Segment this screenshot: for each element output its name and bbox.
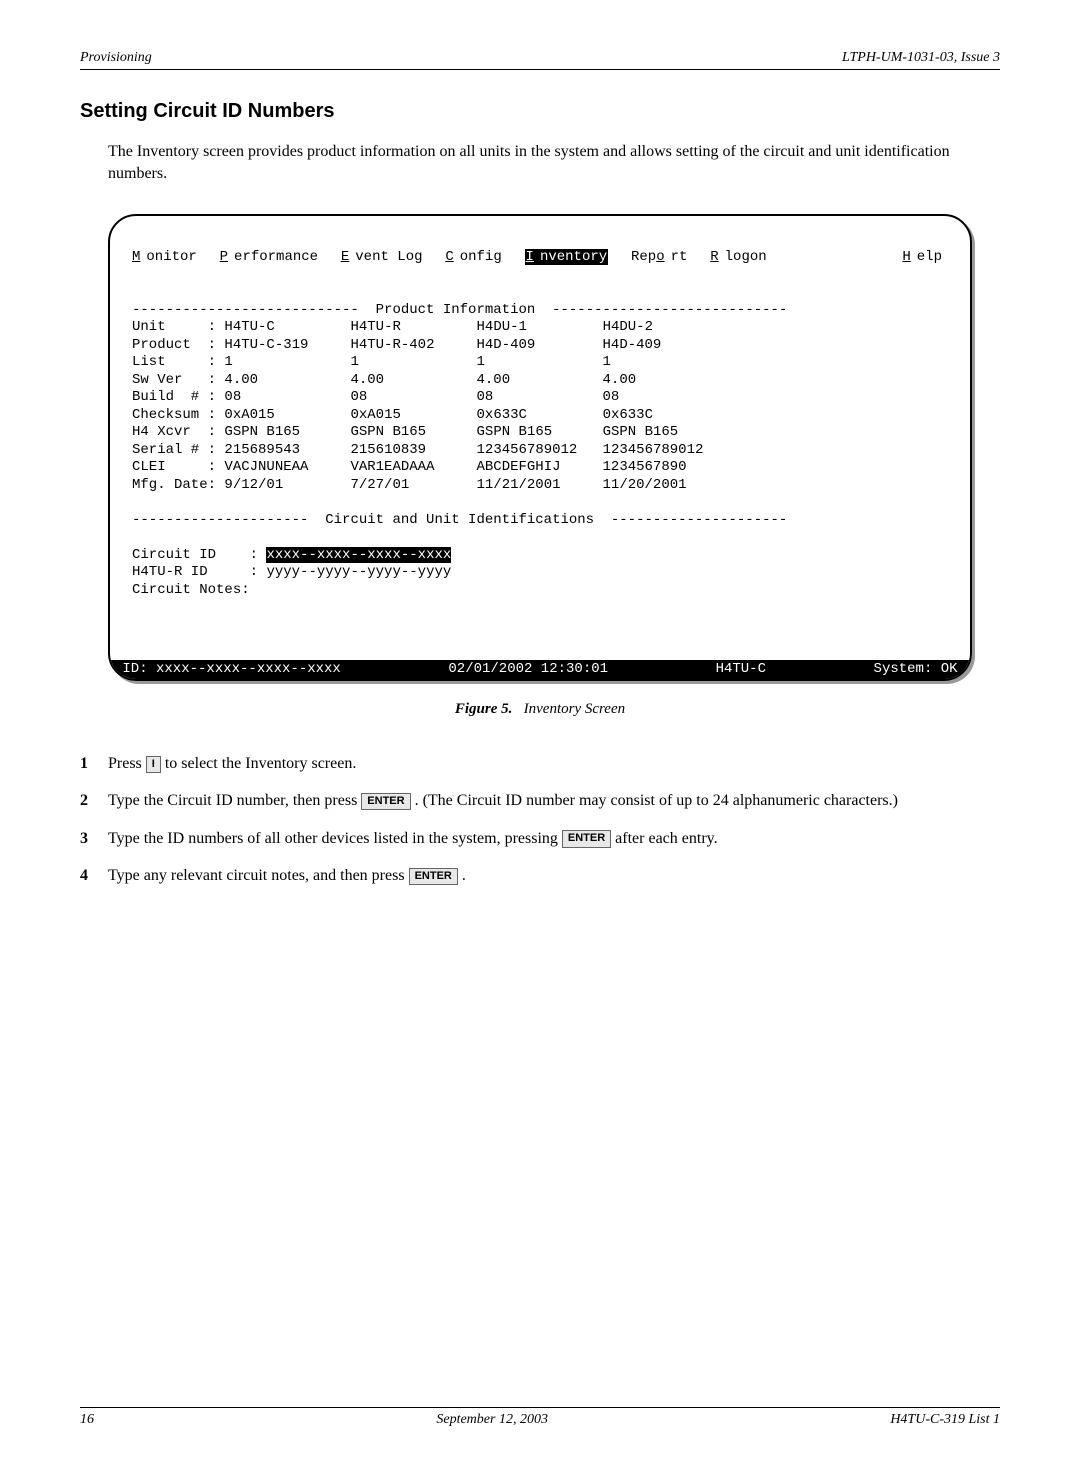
- footer-date: September 12, 2003: [436, 1412, 548, 1428]
- terminal-statusbar: ID: xxxx--xxxx--xxxx--xxxx 02/01/2002 12:…: [110, 660, 970, 680]
- footer-page: 16: [80, 1412, 94, 1428]
- status-unit: H4TU-C: [716, 661, 766, 679]
- row-swver: Sw Ver : 4.00 4.00 4.00 4.00: [132, 372, 636, 388]
- terminal-menu: Monitor Performance Event Log Config Inv…: [132, 249, 948, 267]
- figure-title: Inventory Screen: [524, 701, 625, 717]
- status-datetime: 02/01/2002 12:30:01: [448, 661, 608, 679]
- divider: ----------------------------: [535, 302, 787, 318]
- row-checksum: Checksum : 0xA015 0xA015 0x633C 0x633C: [132, 407, 653, 423]
- divider: ---------------------------: [132, 302, 376, 318]
- row-product: Product : H4TU-C-319 H4TU-R-402 H4D-409 …: [132, 337, 661, 353]
- footer-model: H4TU-C-319 List 1: [890, 1412, 1000, 1428]
- divider: ---------------------: [594, 512, 787, 528]
- step-1: 1Press I to select the Inventory screen.: [80, 752, 1000, 775]
- section-heading: Setting Circuit ID Numbers: [80, 100, 1000, 123]
- row-mfg: Mfg. Date: 9/12/01 7/27/01 11/21/2001 11…: [132, 477, 687, 493]
- menu-performance[interactable]: Performance: [220, 249, 318, 265]
- step-4: 4Type any relevant circuit notes, and th…: [80, 864, 1000, 887]
- row-clei: CLEI : VACJNUNEAA VAR1EADAAA ABCDEFGHIJ …: [132, 459, 687, 475]
- menu-report[interactable]: Report: [631, 249, 687, 265]
- menu-inventory[interactable]: Inventory: [525, 249, 609, 265]
- circuit-id-row[interactable]: Circuit ID : xxxx--xxxx--xxxx--xxxx: [132, 547, 451, 563]
- menu-rlogon[interactable]: Rlogon: [710, 249, 766, 265]
- circuit-notes-row[interactable]: Circuit Notes:: [132, 582, 250, 598]
- intro-paragraph: The Inventory screen provides product in…: [108, 141, 1000, 186]
- menu-config[interactable]: Config: [445, 249, 501, 265]
- terminal-screen: Monitor Performance Event Log Config Inv…: [108, 214, 972, 682]
- divider: ---------------------: [132, 512, 325, 528]
- key-i: I: [146, 756, 161, 773]
- row-serial: Serial # : 215689543 215610839 123456789…: [132, 442, 703, 458]
- figure-caption: Figure 5. Inventory Screen: [80, 701, 1000, 718]
- status-system: System: OK: [874, 661, 966, 679]
- menu-eventlog[interactable]: Event Log: [341, 249, 423, 265]
- row-unit: Unit : H4TU-C H4TU-R H4DU-1 H4DU-2: [132, 319, 653, 335]
- step-2: 2Type the Circuit ID number, then press …: [80, 789, 1000, 812]
- page-footer: 16 September 12, 2003 H4TU-C-319 List 1: [80, 1407, 1000, 1428]
- page-header: Provisioning LTPH-UM-1031-03, Issue 3: [80, 50, 1000, 70]
- step-3: 3Type the ID numbers of all other device…: [80, 827, 1000, 850]
- header-left: Provisioning: [80, 50, 152, 66]
- row-h4xcvr: H4 Xcvr : GSPN B165 GSPN B165 GSPN B165 …: [132, 424, 678, 440]
- steps-list: 1Press I to select the Inventory screen.…: [80, 752, 1000, 887]
- section1-title: Product Information: [376, 302, 536, 318]
- key-enter: ENTER: [562, 830, 611, 847]
- key-enter: ENTER: [409, 868, 458, 885]
- key-enter: ENTER: [361, 793, 410, 810]
- row-build: Build # : 08 08 08 08: [132, 389, 619, 405]
- menu-help[interactable]: Help: [902, 249, 942, 267]
- section2-title: Circuit and Unit Identifications: [325, 512, 594, 528]
- figure-label: Figure 5.: [455, 701, 513, 717]
- h4tur-id-row[interactable]: H4TU-R ID : yyyy--yyyy--yyyy--yyyy: [132, 564, 451, 580]
- status-id: ID: xxxx--xxxx--xxxx--xxxx: [114, 661, 341, 679]
- menu-monitor[interactable]: Monitor: [132, 249, 197, 265]
- header-right: LTPH-UM-1031-03, Issue 3: [842, 50, 1000, 66]
- row-list: List : 1 1 1 1: [132, 354, 611, 370]
